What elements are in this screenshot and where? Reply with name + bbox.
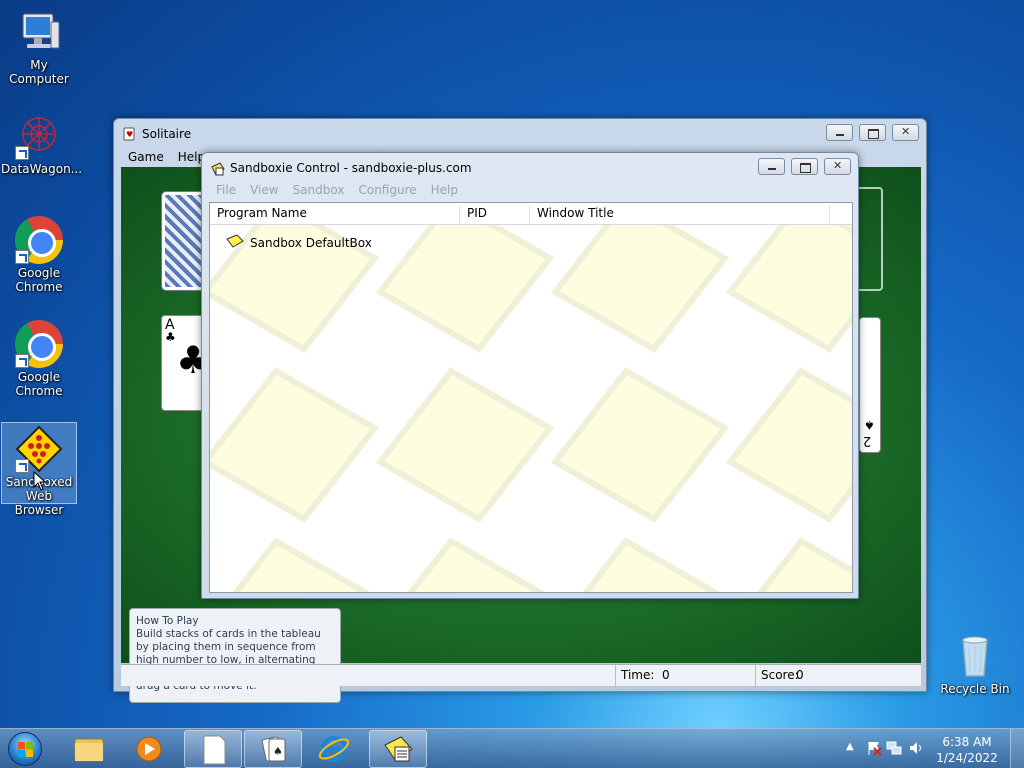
taskbar-ie-button[interactable] bbox=[305, 730, 363, 768]
tableau-card-two-spades[interactable]: 2 ♠ bbox=[859, 317, 881, 453]
svg-text:♥: ♥ bbox=[126, 130, 133, 139]
chrome-icon bbox=[15, 320, 63, 368]
window-title: Solitaire bbox=[142, 127, 192, 141]
clock-date: 1/24/2022 bbox=[936, 751, 998, 765]
recycle-bin-icon bbox=[951, 632, 999, 680]
card-rank: 2 bbox=[863, 433, 872, 448]
taskbar: ♠ ▲ 6:38 AM 1/24/2022 bbox=[0, 728, 1024, 768]
menu-help[interactable]: Help bbox=[425, 183, 464, 197]
folder-icon bbox=[74, 738, 104, 762]
internet-explorer-icon bbox=[318, 736, 350, 762]
show-desktop-button[interactable] bbox=[1010, 729, 1024, 768]
desktop-icon-datawagon[interactable]: DataWagon... bbox=[1, 112, 83, 176]
taskbar-solitaire-button[interactable]: ♠ bbox=[244, 730, 302, 768]
clock-time: 6:38 AM bbox=[942, 735, 992, 749]
maximize-button[interactable] bbox=[859, 124, 886, 141]
sandboxie-icon bbox=[15, 425, 63, 473]
solitaire-cards-icon: ♠ bbox=[261, 736, 286, 762]
desktop-icon-recycle-bin[interactable]: Recycle Bin bbox=[937, 632, 1013, 696]
solitaire-titlebar[interactable]: ♥ Solitaire bbox=[114, 119, 926, 149]
shortcut-arrow-icon bbox=[15, 354, 29, 368]
system-tray: ▲ 6:38 AM 1/24/2022 bbox=[834, 729, 1024, 768]
program-list[interactable]: Program Name PID Window Title Sandbox De… bbox=[209, 202, 853, 593]
desktop-icon-label: Google Chrome bbox=[15, 266, 63, 294]
score-label: Score: bbox=[761, 668, 799, 682]
time-label: Time: bbox=[621, 668, 655, 682]
menu-game[interactable]: Game bbox=[122, 150, 170, 164]
media-player-icon bbox=[136, 736, 162, 762]
network-icon[interactable] bbox=[886, 740, 902, 759]
menu-view[interactable]: View bbox=[244, 183, 284, 197]
desktop-icon-google-chrome-1[interactable]: Google Chrome bbox=[1, 216, 77, 294]
chrome-icon bbox=[15, 216, 63, 264]
close-button[interactable] bbox=[824, 158, 851, 175]
show-hidden-icons-icon[interactable]: ▲ bbox=[846, 741, 854, 752]
desktop-icon-label: Google Chrome bbox=[15, 370, 63, 398]
solitaire-statusbar: Time: 0 Score: 0 bbox=[121, 664, 921, 687]
close-button[interactable] bbox=[892, 124, 919, 141]
column-window-title[interactable]: Window Title bbox=[530, 206, 830, 224]
menu-configure[interactable]: Configure bbox=[352, 183, 422, 197]
desktop-icon-label: My Computer bbox=[9, 58, 69, 86]
column-program-name[interactable]: Program Name bbox=[210, 206, 460, 224]
taskbar-explorer-button[interactable] bbox=[60, 730, 118, 768]
solitaire-app-icon: ♥ bbox=[122, 127, 136, 141]
minimize-button[interactable] bbox=[826, 124, 853, 141]
column-pid[interactable]: PID bbox=[460, 206, 530, 224]
sandboxie-app-icon bbox=[210, 161, 225, 176]
svg-text:♠: ♠ bbox=[273, 745, 283, 758]
spade-icon: ♠ bbox=[864, 418, 875, 432]
score-value: 0 bbox=[796, 668, 804, 682]
shortcut-arrow-icon bbox=[15, 459, 29, 473]
taskbar-media-player-button[interactable] bbox=[120, 730, 178, 768]
document-icon bbox=[203, 735, 226, 765]
list-header: Program Name PID Window Title bbox=[210, 203, 852, 225]
time-value: 0 bbox=[662, 668, 670, 682]
mouse-cursor-icon bbox=[33, 470, 47, 494]
how-to-play-panel: How To Play Build stacks of cards in the… bbox=[129, 608, 341, 703]
desktop-icon-label: DataWagon... bbox=[1, 162, 83, 176]
desktop-icon-google-chrome-2[interactable]: Google Chrome bbox=[1, 320, 77, 398]
list-background: Sandbox DefaultBox bbox=[210, 225, 852, 592]
computer-icon bbox=[15, 8, 63, 56]
sandbox-icon bbox=[226, 234, 244, 251]
shortcut-arrow-icon bbox=[15, 146, 29, 160]
taskbar-sandboxie-button[interactable] bbox=[369, 730, 427, 768]
start-button[interactable] bbox=[3, 729, 49, 768]
volume-icon[interactable] bbox=[908, 740, 924, 759]
list-item[interactable]: Sandbox DefaultBox bbox=[226, 234, 372, 251]
action-center-flag-icon[interactable] bbox=[866, 740, 882, 759]
sandboxie-icon bbox=[384, 736, 413, 762]
sandboxie-control-window[interactable]: Sandboxie Control - sandboxie-plus.com F… bbox=[201, 152, 859, 599]
datawagon-icon bbox=[15, 112, 63, 160]
window-title: Sandboxie Control - sandboxie-plus.com bbox=[230, 161, 472, 175]
sandbox-name: Sandbox DefaultBox bbox=[250, 235, 372, 250]
menu-sandbox[interactable]: Sandbox bbox=[287, 183, 351, 197]
shortcut-arrow-icon bbox=[15, 250, 29, 264]
clock[interactable]: 6:38 AM 1/24/2022 bbox=[932, 734, 1002, 766]
maximize-button[interactable] bbox=[791, 158, 818, 175]
minimize-button[interactable] bbox=[758, 158, 785, 175]
how-to-play-heading: How To Play bbox=[136, 615, 199, 627]
menu-file[interactable]: File bbox=[210, 183, 242, 197]
desktop-icon-label: Recycle Bin bbox=[940, 682, 1010, 696]
windows-logo-icon bbox=[8, 732, 42, 766]
taskbar-notepad-button[interactable] bbox=[184, 730, 242, 768]
desktop-icon-my-computer[interactable]: My Computer bbox=[1, 8, 77, 86]
card-suit-icon: ♣ bbox=[165, 330, 176, 344]
